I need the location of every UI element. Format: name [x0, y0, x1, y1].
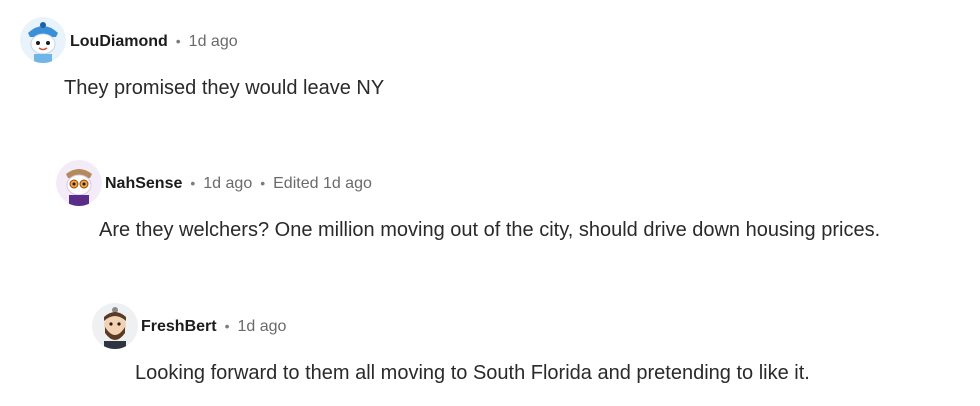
comment-header: NahSense • 1d ago • Edited 1d ago — [105, 175, 372, 193]
author-name[interactable]: NahSense — [105, 175, 182, 193]
comment-timestamp[interactable]: 1d ago — [189, 33, 238, 51]
author-name[interactable]: FreshBert — [141, 318, 217, 336]
user-avatar-icon[interactable] — [56, 160, 102, 206]
author-name[interactable]: LouDiamond — [70, 33, 168, 51]
meta-separator: • — [224, 318, 230, 334]
comment-body: Looking forward to them all moving to So… — [135, 362, 810, 384]
edited-label: Edited 1d ago — [273, 175, 372, 192]
comment-timestamp[interactable]: 1d ago — [237, 318, 286, 336]
user-avatar-icon[interactable] — [92, 303, 138, 349]
comment-header: FreshBert • 1d ago — [141, 318, 286, 336]
meta-separator: • — [175, 33, 181, 49]
meta-separator: • — [260, 175, 266, 191]
comment-body: They promised they would leave NY — [64, 77, 385, 99]
meta-separator: • — [190, 175, 196, 191]
comment-header: LouDiamond • 1d ago — [70, 33, 238, 51]
comment-body: Are they welchers? One million moving ou… — [99, 219, 881, 241]
comment-timestamp[interactable]: 1d ago — [203, 175, 252, 193]
user-avatar-icon[interactable] — [20, 17, 66, 63]
